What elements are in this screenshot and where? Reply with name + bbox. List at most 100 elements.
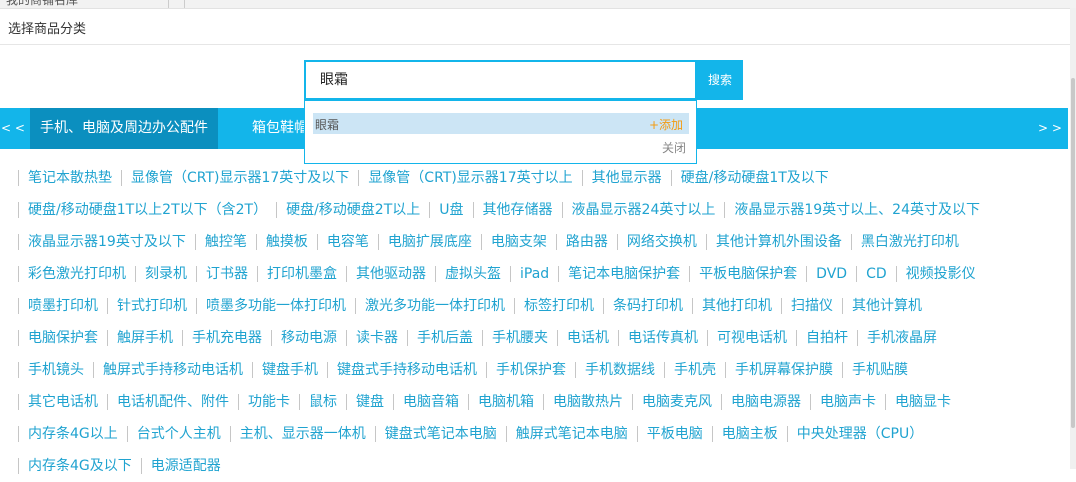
category-item-link[interactable]: 鼠标 <box>299 394 346 410</box>
category-item-link[interactable]: 键盘式手持移动电话机 <box>327 362 486 378</box>
tab-active-category[interactable]: 手机、电脑及周边办公配件 <box>30 108 218 149</box>
category-item-link[interactable]: 网络交换机 <box>616 234 706 250</box>
category-item-link[interactable]: 键盘手机 <box>252 362 327 378</box>
category-item-link[interactable]: 电话传真机 <box>618 330 707 346</box>
category-item-link[interactable]: 电脑麦克风 <box>632 394 721 410</box>
category-item-link[interactable]: 电脑主板 <box>711 426 787 442</box>
category-item-link[interactable]: 电脑扩展底座 <box>377 234 481 250</box>
category-item-link[interactable]: 其他计算机 <box>842 298 931 314</box>
category-item-link[interactable]: 手机镜头 <box>18 362 93 378</box>
add-category-link[interactable]: +添加 <box>649 116 683 133</box>
category-item-link[interactable]: 电话机 <box>557 330 618 346</box>
category-item-link[interactable]: 电脑机箱 <box>468 394 543 410</box>
category-item-link[interactable]: 手机腰夹 <box>482 330 557 346</box>
category-item-link[interactable]: 刻录机 <box>135 266 196 282</box>
category-item-link[interactable]: 中央处理器（CPU） <box>786 426 932 442</box>
category-item-link[interactable]: 手机数据线 <box>575 362 664 378</box>
category-item-link[interactable]: 硬盘/移动硬盘2T以上 <box>276 202 429 218</box>
category-item-link[interactable]: U盘 <box>429 202 472 218</box>
category-item-link[interactable]: 电脑显卡 <box>885 394 960 410</box>
category-item-link[interactable]: 电源适配器 <box>140 458 230 474</box>
category-item-link[interactable]: 触屏手机 <box>107 330 182 346</box>
category-item-link[interactable]: CD <box>856 266 896 282</box>
category-item-link[interactable]: 功能卡 <box>238 394 299 410</box>
category-next-button[interactable]: > > <box>1032 108 1068 149</box>
category-item-link[interactable]: 扫描仪 <box>781 298 842 314</box>
category-item-link[interactable]: 硬盘/移动硬盘1T及以下 <box>670 170 838 186</box>
category-item-link[interactable]: 电脑音箱 <box>393 394 468 410</box>
category-item-link[interactable]: 液晶显示器24英寸以上 <box>561 202 725 218</box>
category-item-link[interactable]: 手机保护套 <box>486 362 575 378</box>
category-item-link[interactable]: 手机充电器 <box>182 330 271 346</box>
category-item-link[interactable]: iPad <box>510 266 558 282</box>
category-item-link[interactable]: 其他存储器 <box>472 202 562 218</box>
dialog-title: 选择商品分类 <box>8 22 87 37</box>
category-item-link[interactable]: 其他计算机外围设备 <box>705 234 851 250</box>
scrollbar-thumb[interactable] <box>1071 78 1075 428</box>
category-item-link[interactable]: 触屏式笔记本电脑 <box>505 426 637 442</box>
category-item-link[interactable]: 手机液晶屏 <box>857 330 946 346</box>
category-item-link[interactable]: 电话机配件、附件 <box>107 394 238 410</box>
category-item-link[interactable]: 电脑支架 <box>480 234 556 250</box>
category-item-link[interactable]: 订书器 <box>196 266 257 282</box>
category-item-link[interactable]: 显像管（CRT)显示器17英寸以上 <box>358 170 581 186</box>
category-item-link[interactable]: 电脑保护套 <box>18 330 107 346</box>
category-item-link[interactable]: 触屏式手持移动电话机 <box>93 362 252 378</box>
category-item-link[interactable]: 其他显示器 <box>581 170 671 186</box>
category-item-link[interactable]: 移动电源 <box>271 330 346 346</box>
category-item-link[interactable]: 电容笔 <box>316 234 378 250</box>
category-item-link[interactable]: 打印机墨盒 <box>257 266 346 282</box>
category-item-link[interactable]: 其他驱动器 <box>346 266 435 282</box>
close-suggestion-link[interactable]: 关闭 <box>662 139 686 156</box>
category-item-link[interactable]: 黑白激光打印机 <box>850 234 968 250</box>
category-item-link[interactable]: 路由器 <box>555 234 617 250</box>
category-item-link[interactable]: 电脑声卡 <box>810 394 885 410</box>
tab-category[interactable]: 箱包鞋帽 <box>252 108 308 149</box>
category-item-link[interactable]: 触控笔 <box>194 234 256 250</box>
category-search-input[interactable]: 眼霜 <box>304 60 697 100</box>
category-item-link[interactable]: 手机壳 <box>664 362 725 378</box>
category-item-link[interactable]: 主机、显示器一体机 <box>229 426 375 442</box>
category-item-link[interactable]: 其它电话机 <box>18 394 107 410</box>
category-item-link[interactable]: 显像管（CRT)显示器17英寸及以下 <box>121 170 358 186</box>
category-item-link[interactable]: 平板电脑保护套 <box>689 266 806 282</box>
category-item-link[interactable]: 电脑散热片 <box>543 394 632 410</box>
category-item-link[interactable]: 平板电脑 <box>636 426 712 442</box>
category-item-link[interactable]: 手机屏幕保护膜 <box>725 362 842 378</box>
category-item-link[interactable]: 触摸板 <box>255 234 317 250</box>
search-button[interactable]: 搜索 <box>697 60 743 100</box>
suggestion-item[interactable]: 眼霜 +添加 <box>313 113 689 134</box>
category-item-link[interactable]: 可视电话机 <box>707 330 796 346</box>
category-item-link[interactable]: 液晶显示器19英寸及以下 <box>18 234 195 250</box>
category-item-link[interactable]: 喷墨多功能一体打印机 <box>196 298 355 314</box>
scrollbar-track[interactable] <box>1070 8 1076 469</box>
category-item-link[interactable]: 内存条4G及以下 <box>18 458 141 474</box>
category-prev-button[interactable]: < < <box>0 108 26 149</box>
category-item-link[interactable]: 激光多功能一体打印机 <box>355 298 514 314</box>
category-item-link[interactable]: 彩色激光打印机 <box>18 266 135 282</box>
category-item-link[interactable]: 喷墨打印机 <box>18 298 107 314</box>
category-item-link[interactable]: 手机贴膜 <box>842 362 917 378</box>
background-tab-label: 我的商铺名库 <box>6 0 79 7</box>
category-item-link[interactable]: 内存条4G以上 <box>18 426 127 442</box>
category-item-link[interactable]: 液晶显示器19英寸以上、24英寸及以下 <box>724 202 989 218</box>
category-item-link[interactable]: 标签打印机 <box>514 298 603 314</box>
category-item-link[interactable]: 笔记本散热垫 <box>18 170 121 186</box>
category-item-link[interactable]: 键盘 <box>346 394 393 410</box>
category-item-link[interactable]: 针式打印机 <box>107 298 196 314</box>
category-item-link[interactable]: 其他打印机 <box>692 298 781 314</box>
category-item-link[interactable]: 手机后盖 <box>407 330 482 346</box>
category-item-link[interactable]: 视频投影仪 <box>895 266 985 282</box>
category-item-link[interactable]: DVD <box>806 266 856 282</box>
category-item-link[interactable]: 自拍杆 <box>796 330 857 346</box>
category-item-row: 其它电话机 电话机配件、附件 功能卡 鼠标 键盘 电脑音箱 电脑机箱 电脑散热片 电脑麦克风 电脑… <box>18 386 1058 418</box>
category-item-link[interactable]: 台式个人主机 <box>126 426 230 442</box>
category-item-link[interactable]: 虚拟头盔 <box>435 266 510 282</box>
category-item-link[interactable]: 硬盘/移动硬盘1T以上2T以下（含2T） <box>18 202 276 218</box>
category-item-link[interactable]: 电脑电源器 <box>721 394 810 410</box>
category-item-link[interactable]: 读卡器 <box>346 330 407 346</box>
category-item-link[interactable]: 笔记本电脑保护套 <box>558 266 689 282</box>
tab-divider <box>168 0 169 8</box>
category-item-link[interactable]: 条码打印机 <box>603 298 692 314</box>
category-item-link[interactable]: 键盘式笔记本电脑 <box>374 426 506 442</box>
